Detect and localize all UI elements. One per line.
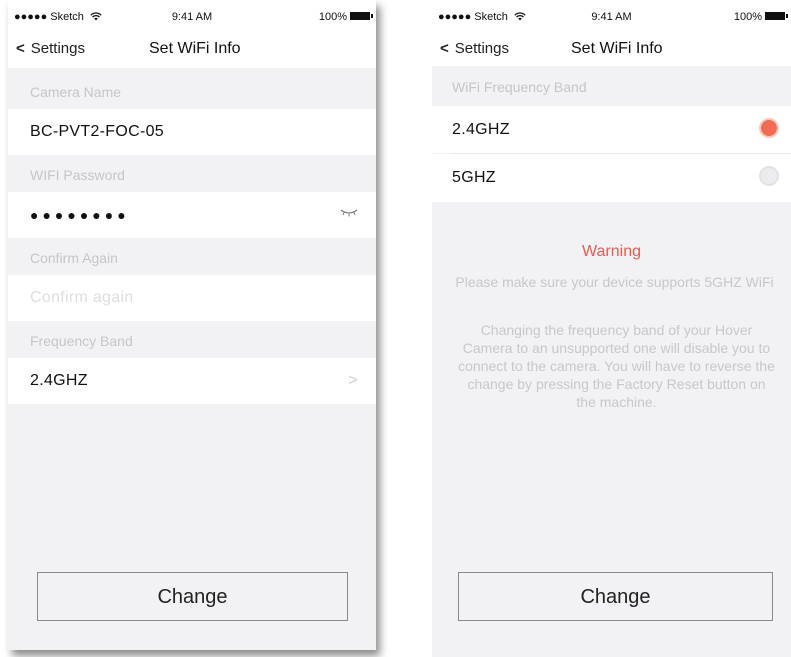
warning-title: Warning xyxy=(582,243,641,260)
page-title: Set WiFi Info xyxy=(571,40,663,57)
band-option-label: 5GHZ xyxy=(452,169,496,186)
chevron-left-icon: < xyxy=(16,40,25,57)
frequency-band-value: 2.4GHZ xyxy=(30,372,88,389)
frequency-band-row[interactable]: 2.4GHZ > xyxy=(8,358,376,404)
back-label: Settings xyxy=(454,40,509,57)
eye-closed-icon[interactable] xyxy=(340,207,358,217)
frequency-band-header: Frequency Band xyxy=(30,333,133,349)
warning-detail-text: Changing the frequency band of your Hove… xyxy=(458,322,775,410)
wifi-password-field[interactable]: ●●●●●●●● xyxy=(8,192,376,238)
camera-name-header: Camera Name xyxy=(30,84,122,100)
change-button[interactable]: Change xyxy=(37,572,348,621)
band-header: WiFi Frequency Band xyxy=(452,79,587,95)
chevron-left-icon: < xyxy=(440,40,449,57)
radio-unselected-icon[interactable] xyxy=(759,166,779,186)
nav-bar: < Settings Set WiFi Info xyxy=(8,30,376,68)
left-screen: ●●●●● Sketch 9:41 AM 100% < Settings Set … xyxy=(8,0,376,650)
camera-name-value: BC-PVT2-FOC-05 xyxy=(30,123,164,140)
back-button[interactable]: < Settings xyxy=(16,40,85,57)
status-bar: ●●●●● Sketch 9:41 AM 100% xyxy=(432,0,791,30)
camera-name-field[interactable]: BC-PVT2-FOC-05 xyxy=(8,109,376,155)
change-button[interactable]: Change xyxy=(458,572,773,621)
band-option-2-4ghz[interactable]: 2.4GHZ xyxy=(432,106,791,153)
battery-level: 100% xyxy=(319,11,373,23)
confirm-header: Confirm Again xyxy=(30,250,118,266)
wifi-password-header: WIFI Password xyxy=(30,167,125,183)
page-title: Set WiFi Info xyxy=(149,40,241,57)
back-label: Settings xyxy=(30,40,85,57)
confirm-placeholder: Confirm again xyxy=(30,289,134,306)
warning-support-text: Please make sure your device supports 5G… xyxy=(455,274,774,290)
password-dots: ●●●●●●●● xyxy=(30,207,130,223)
right-screen: ●●●●● Sketch 9:41 AM 100% < Settings Set … xyxy=(432,0,791,657)
radio-selected-icon[interactable] xyxy=(759,118,779,138)
chevron-right-icon: > xyxy=(348,372,358,389)
status-bar: ●●●●● Sketch 9:41 AM 100% xyxy=(8,0,376,30)
battery-icon xyxy=(350,12,373,20)
nav-bar: < Settings Set WiFi Info xyxy=(432,30,791,66)
battery-icon xyxy=(765,12,788,20)
back-button[interactable]: < Settings xyxy=(440,40,509,57)
band-option-label: 2.4GHZ xyxy=(452,121,510,138)
band-option-5ghz[interactable]: 5GHZ xyxy=(432,154,791,202)
canvas: ●●●●● Sketch 9:41 AM 100% < Settings Set … xyxy=(0,0,791,657)
confirm-password-input[interactable]: Confirm again xyxy=(8,275,376,321)
battery-level: 100% xyxy=(734,11,788,23)
